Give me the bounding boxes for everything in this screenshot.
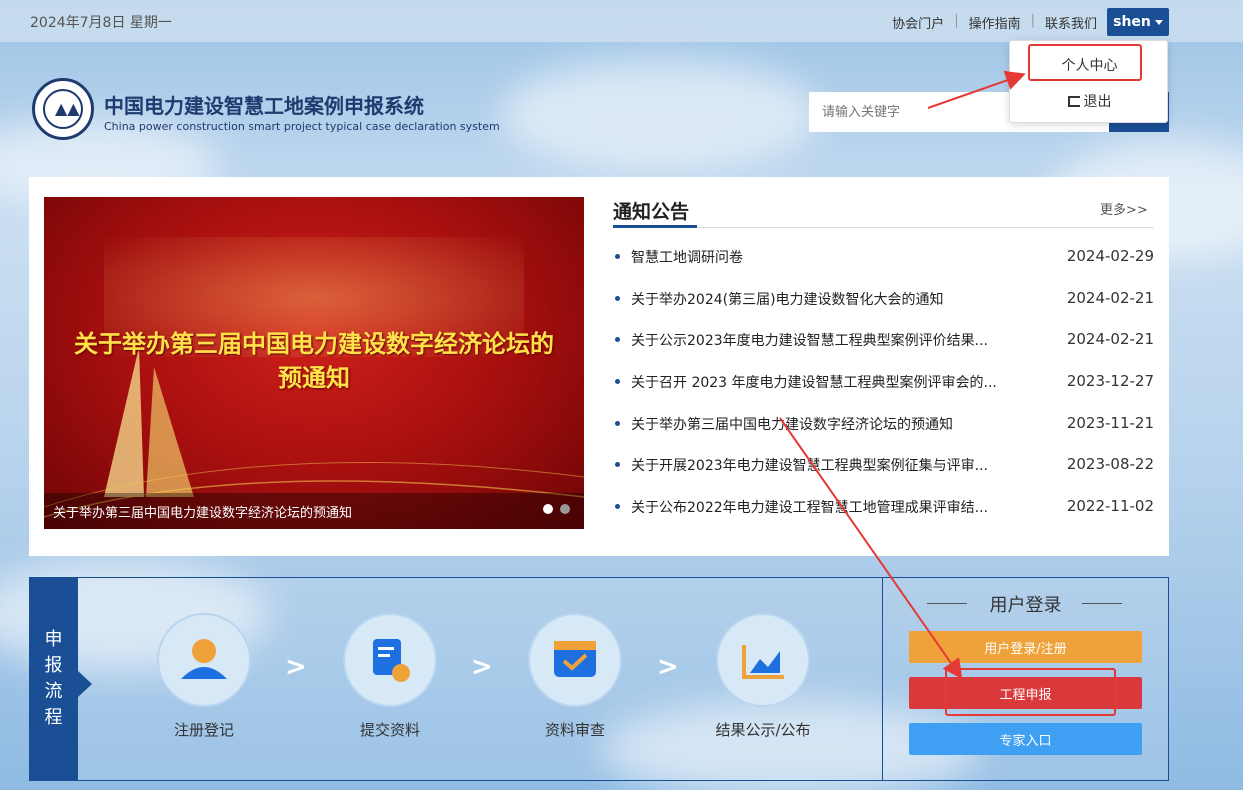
chevron-right-icon: > (471, 652, 493, 682)
step-review-label: 资料审查 (544, 721, 605, 739)
bullet-icon (615, 295, 620, 301)
notice-text[interactable]: 关于公布2022年电力建设工程智慧工地管理成果评审结... (631, 497, 1041, 517)
document-icon (373, 639, 410, 682)
logout-menu-item[interactable]: 退出 (1010, 91, 1169, 111)
logo-ring: ▲▲ (43, 89, 83, 129)
news-carousel[interactable]: 关于举办第三届中国电力建设数字经济论坛的 预通知 关于举办第三届中国电力建设数字… (44, 197, 584, 529)
current-date: 2024年7月8日 星期一 (30, 15, 172, 31)
user-icon (181, 639, 227, 679)
banner-headline-line1: 关于举办第三届中国电力建设数字经济论坛的 (74, 330, 554, 358)
notice-text[interactable]: 关于举办第三届中国电力建设数字经济论坛的预通知 (631, 414, 1041, 434)
bullet-icon (615, 504, 620, 510)
more-notices-link[interactable]: 更多>> (1100, 199, 1148, 218)
notice-item[interactable]: 关于举办第三届中国电力建设数字经济论坛的预通知 2023-11-21 (613, 410, 1154, 452)
chart-icon (742, 645, 784, 679)
cloud-decoration (500, 60, 820, 170)
notice-text[interactable]: 关于举办2024(第三届)电力建设数智化大会的通知 (631, 289, 1041, 309)
operation-guide-link[interactable]: 操作指南 (969, 13, 1021, 32)
bullet-icon (615, 337, 620, 343)
divider: | (1030, 13, 1035, 28)
bullet-icon (615, 254, 620, 259)
login-register-button[interactable]: 用户登录/注册 (909, 631, 1142, 663)
bullet-icon (615, 420, 620, 426)
carousel-dot[interactable] (560, 504, 570, 514)
association-portal-link[interactable]: 协会门户 (892, 13, 944, 32)
chevron-right-icon: > (657, 652, 679, 682)
notice-text[interactable]: 智慧工地调研问卷 (631, 247, 1041, 267)
banner-caption[interactable]: 关于举办第三届中国电力建设数字经济论坛的预通知 (53, 502, 352, 521)
notice-item[interactable]: 关于开展2023年电力建设智慧工程典型案例征集与评审... 2023-08-22 (613, 451, 1154, 493)
bullet-icon (615, 462, 620, 468)
process-label-tab: 申报流程 (29, 577, 78, 781)
notice-date: 2023-12-27 (1066, 372, 1154, 391)
notice-item[interactable]: 关于公示2023年度电力建设智慧工程典型案例评价结果... 2024-02-21 (613, 326, 1154, 368)
notice-title-underline (613, 225, 697, 228)
site-subtitle: China power construction smart project t… (104, 120, 500, 133)
association-logo: ▲▲ (32, 78, 94, 140)
notice-item[interactable]: 关于举办2024(第三届)电力建设数智化大会的通知 2024-02-21 (613, 285, 1154, 327)
notice-date: 2024-02-21 (1066, 288, 1154, 307)
expert-entry-button[interactable]: 专家入口 (909, 723, 1142, 755)
notice-section-title: 通知公告 (613, 201, 690, 223)
notice-date: 2022-11-02 (1066, 497, 1154, 516)
process-tab-arrow (78, 671, 92, 697)
login-title: 用户登录 (989, 595, 1062, 616)
banner-headline: 关于举办第三届中国电力建设数字经济论坛的 预通知 (44, 327, 584, 395)
top-links: 协会门户 | 操作指南 | 联系我们 (892, 13, 1097, 32)
banner-headline-line2: 预通知 (278, 364, 350, 392)
notice-list: 智慧工地调研问卷 2024-02-29 关于举办2024(第三届)电力建设数智化大… (613, 243, 1154, 535)
notice-text[interactable]: 关于开展2023年电力建设智慧工程典型案例征集与评审... (631, 455, 1041, 475)
step-review-icon (528, 613, 622, 707)
notice-item[interactable]: 智慧工地调研问卷 2024-02-29 (613, 243, 1154, 285)
bullet-icon (615, 379, 620, 385)
notice-text[interactable]: 关于召开 2023 年度电力建设智慧工程典型案例评审会的... (631, 372, 1041, 392)
notice-date: 2023-11-21 (1066, 413, 1154, 432)
contact-us-link[interactable]: 联系我们 (1045, 13, 1097, 32)
logout-label: 退出 (1083, 94, 1112, 110)
logout-icon (1067, 96, 1080, 107)
chevron-right-icon: > (285, 652, 307, 682)
process-label-char: 申报流程 (44, 629, 63, 728)
annotation-box-personal-center (1028, 44, 1142, 81)
calendar-check-icon (554, 641, 596, 677)
notice-text[interactable]: 关于公示2023年度电力建设智慧工程典型案例评价结果... (631, 330, 1041, 350)
step-submit-icon (343, 613, 437, 707)
notice-date: 2024-02-29 (1066, 247, 1154, 265)
step-result-label: 结果公示/公布 (715, 721, 811, 739)
step-submit-label: 提交资料 (359, 721, 420, 739)
user-menu-button[interactable]: shen (1107, 8, 1169, 36)
caret-down-icon (1154, 19, 1163, 25)
carousel-dot-active[interactable] (543, 504, 553, 514)
notice-item[interactable]: 关于召开 2023 年度电力建设智慧工程典型案例评审会的... 2023-12-2… (613, 368, 1154, 410)
notice-date: 2023-08-22 (1066, 455, 1154, 474)
divider: | (954, 13, 959, 28)
logo-mark-icon: ▲▲ (55, 99, 80, 118)
notice-item[interactable]: 关于公布2022年电力建设工程智慧工地管理成果评审结... 2022-11-02 (613, 493, 1154, 535)
site-title: 中国电力建设智慧工地案例申报系统 (104, 94, 424, 118)
notice-date: 2024-02-21 (1066, 330, 1154, 349)
banner-caption-bar: 关于举办第三届中国电力建设数字经济论坛的预通知 (44, 493, 584, 529)
process-label: 申报流程 (29, 627, 78, 731)
username: shen (1113, 14, 1151, 30)
step-register-icon (157, 613, 251, 707)
step-result-icon (716, 613, 810, 707)
annotation-box-project-declare (945, 668, 1116, 716)
step-register-label: 注册登记 (173, 721, 234, 739)
